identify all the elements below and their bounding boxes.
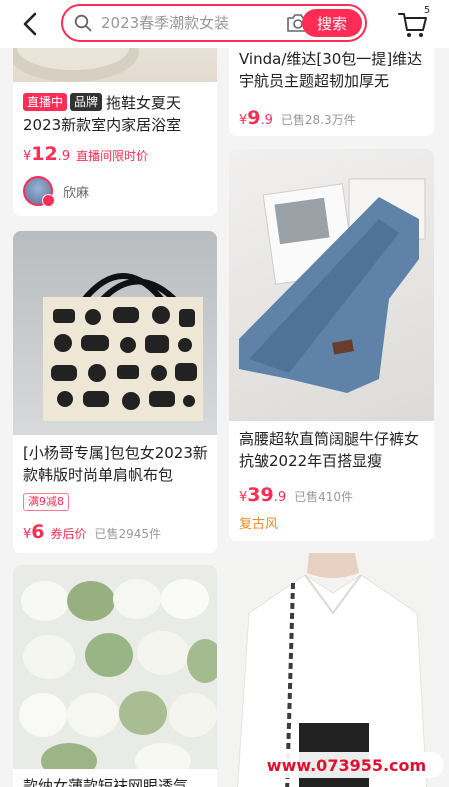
price: ¥12.9 直播间限时价 — [23, 143, 149, 165]
sold-count: 已售2945件 — [94, 527, 162, 541]
search-button[interactable]: 搜索 — [302, 9, 362, 37]
product-image — [229, 149, 434, 421]
shop-name: 欣麻 — [63, 185, 90, 201]
cart-count-badge: 5 — [420, 3, 434, 17]
jeans-image — [239, 178, 426, 393]
product-card-slippers[interactable]: 直播中 品牌 拖鞋女夏天2023新款室内家居浴室 ¥12.9 直播间限时价 欣麻 — [13, 30, 217, 216]
product-title: 直播中 品牌 拖鞋女夏天2023新款室内家居浴室 — [23, 93, 182, 134]
back-button[interactable] — [14, 8, 46, 40]
price: ¥39.9 已售410件 — [239, 484, 354, 506]
search-input[interactable] — [101, 12, 281, 34]
product-card-jeans[interactable]: 高腰超软直筒阔腿牛仔裤女抗皱2022年百搭显瘦 ¥39.9 已售410件 复古风 — [229, 149, 434, 541]
product-card-canvas-bag[interactable]: [小杨哥专属]包包女2023新款韩版时尚单肩帆布包 满9减8 ¥6 券后价 已售… — [13, 231, 217, 553]
price-label: 直播间限时价 — [76, 149, 149, 163]
coupon-tag: 满9减8 — [23, 493, 69, 511]
product-title: [小杨哥专属]包包女2023新款韩版时尚单肩帆布包 — [23, 444, 208, 484]
watermark: www.073955.com — [249, 752, 444, 778]
style-tag: 复古风 — [239, 517, 279, 532]
canvas-bag-image — [43, 273, 203, 421]
price: ¥6 券后价 已售2945件 — [23, 521, 162, 543]
product-image — [13, 565, 217, 769]
brand-tag: 品牌 — [70, 93, 103, 111]
top-bar: 搜索 5 — [0, 0, 449, 48]
search-bar[interactable]: 搜索 — [61, 4, 367, 42]
product-title: Vinda/维达[30包一提]维达宇航员主题超韧加厚无 — [239, 50, 423, 90]
price-label: 券后价 — [50, 527, 87, 541]
product-title: 款纳女薄款短袜网眼透气 — [23, 777, 189, 787]
sold-count: 已售28.3万件 — [280, 113, 356, 127]
product-card-socks[interactable]: 款纳女薄款短袜网眼透气 — [13, 565, 217, 787]
product-image — [13, 231, 217, 435]
socks-image — [19, 579, 217, 769]
price: ¥9.9 已售28.3万件 — [239, 107, 356, 129]
sold-count: 已售410件 — [294, 490, 354, 504]
chevron-left-icon — [23, 12, 37, 36]
product-title: 高腰超软直筒阔腿牛仔裤女抗皱2022年百搭显瘦 — [239, 430, 420, 470]
live-tag: 直播中 — [23, 93, 68, 111]
shop-row[interactable]: 欣麻 — [23, 176, 90, 207]
avatar — [23, 176, 55, 207]
live-indicator-icon — [42, 194, 55, 207]
search-icon — [74, 14, 92, 32]
